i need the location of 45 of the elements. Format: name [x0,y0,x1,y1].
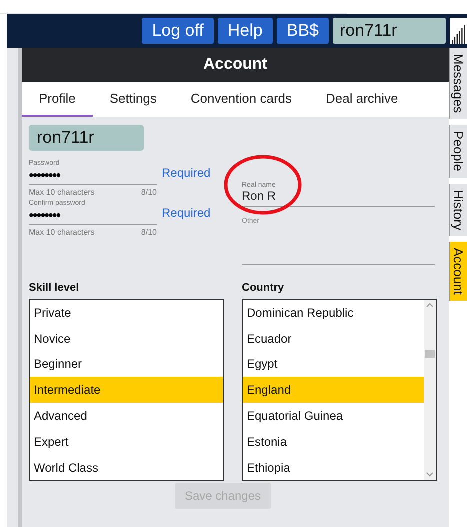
list-item[interactable]: Expert [30,428,223,455]
password-field[interactable]: •••••••• [29,167,157,185]
top-button[interactable]: Help [218,18,273,44]
field-hint: Max 10 characters [29,228,95,237]
top-button[interactable]: BB$ [276,18,329,44]
list-item[interactable]: Egypt [243,352,424,378]
field-hint: Max 10 characters [29,188,95,197]
list-title: Skill level [29,282,80,294]
scroll-up-icon[interactable] [426,303,434,308]
list-item[interactable]: Dominican Republic [243,300,424,326]
char-count: 8/10 [141,188,157,197]
signal-icon [450,18,467,44]
scroll-down-icon[interactable] [426,472,434,477]
password-field[interactable]: •••••••• [29,207,157,225]
skill-list[interactable]: Private Novice Beginner Intermediate Advanced Expert World Class [29,299,224,481]
list-item[interactable]: Intermediate [30,377,223,404]
tab[interactable]: Deal archive [309,82,416,117]
list-item[interactable]: Private [30,300,223,326]
username-field[interactable]: ron711r [333,18,446,44]
list-title: Country [242,282,286,294]
list-item[interactable]: Novice [30,326,223,352]
list-item[interactable]: Advanced [30,403,223,429]
list-item[interactable]: Estonia [243,428,424,455]
tab[interactable]: Convention cards [174,82,310,117]
list-item[interactable]: England [243,377,424,404]
country-list[interactable]: Dominican Republic Ecuador Egypt England Equatorial Guinea Estonia Ethiopia [242,299,437,481]
scrollbar[interactable] [424,300,436,480]
side-tab[interactable]: People [449,125,467,178]
top-button[interactable]: Log off [142,18,214,44]
tab[interactable]: Profile [22,82,93,117]
tab[interactable]: Settings [92,82,174,117]
list-item[interactable]: Equatorial Guinea [243,403,424,429]
list-item[interactable]: Beginner [30,352,223,378]
required-note: Required [162,206,211,220]
side-tab[interactable]: History [449,184,467,236]
list-item[interactable]: World Class [30,454,223,481]
char-count: 8/10 [141,228,157,237]
required-note: Required [162,166,211,180]
username-box: ron711r [29,125,144,151]
list-item[interactable]: Ethiopia [243,454,424,481]
panel-title: Account [22,48,449,82]
side-tab[interactable]: Account [449,242,467,302]
list-item[interactable]: Ecuador [243,326,424,352]
side-tab[interactable]: Messages [449,48,467,120]
scroll-thumb[interactable] [425,350,435,358]
